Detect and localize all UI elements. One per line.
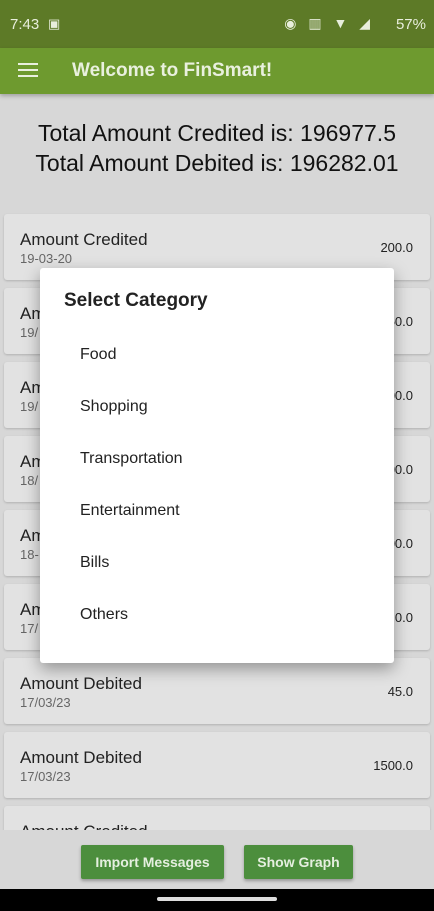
dialog-title: Select Category xyxy=(64,290,208,311)
category-option-bills[interactable]: Bills xyxy=(80,548,360,578)
category-option-transportation[interactable]: Transportation xyxy=(80,444,360,474)
system-nav-bar xyxy=(0,889,434,911)
category-option-shopping[interactable]: Shopping xyxy=(80,392,360,422)
select-category-dialog: Select Category Food Shopping Transporta… xyxy=(40,268,394,663)
home-gesture-handle[interactable] xyxy=(157,897,277,901)
category-option-others[interactable]: Others xyxy=(80,600,360,630)
category-option-entertainment[interactable]: Entertainment xyxy=(80,496,360,526)
category-option-food[interactable]: Food xyxy=(80,340,360,370)
